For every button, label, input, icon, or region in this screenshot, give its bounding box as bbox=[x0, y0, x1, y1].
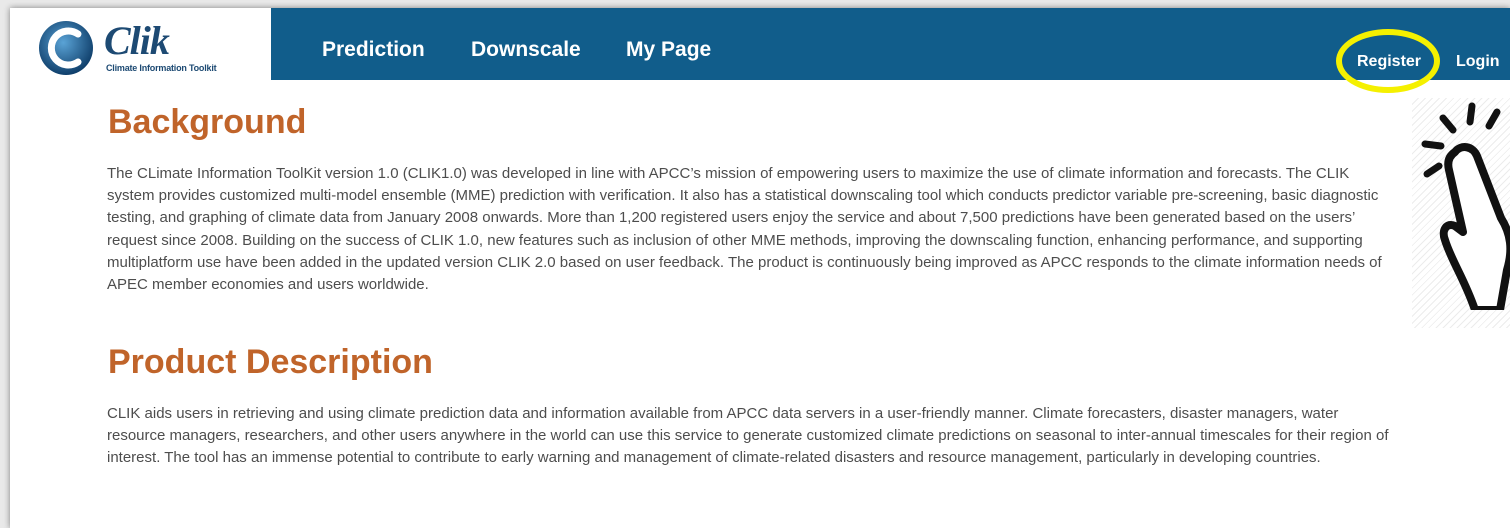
pointing-hand-icon bbox=[1421, 102, 1510, 310]
top-navbar: Prediction Downscale My Page Register Lo… bbox=[271, 8, 1510, 80]
section-title-background: Background bbox=[108, 103, 307, 141]
logo-wordmark: Clik bbox=[104, 18, 170, 63]
section-title-product-description: Product Description bbox=[108, 343, 433, 381]
nav-downscale[interactable]: Downscale bbox=[471, 38, 581, 62]
nav-my-page[interactable]: My Page bbox=[626, 38, 711, 62]
section-text-product-description: CLIK aids users in retrieving and using … bbox=[107, 405, 1389, 467]
register-highlight-ring bbox=[1336, 29, 1440, 93]
section-text-background: The CLimate Information ToolKit version … bbox=[107, 165, 1382, 294]
browser-page: Clik Climate Information Toolkit Predict… bbox=[10, 8, 1510, 528]
logo[interactable]: Clik Climate Information Toolkit bbox=[10, 8, 271, 80]
logo-tagline: Climate Information Toolkit bbox=[106, 63, 217, 73]
nav-prediction[interactable]: Prediction bbox=[322, 38, 425, 62]
login-link[interactable]: Login bbox=[1456, 53, 1500, 71]
globe-logo-icon bbox=[39, 21, 93, 75]
